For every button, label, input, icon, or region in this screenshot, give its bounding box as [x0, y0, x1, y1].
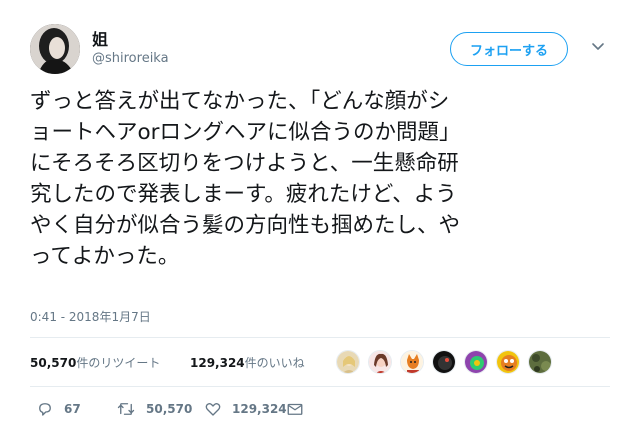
tweet-text: ずっと答えが出てなかった、「どんな顔がシ ョートヘアorロングヘアに似合うのか問…	[30, 86, 620, 272]
avatar[interactable]	[30, 24, 80, 74]
user-handle[interactable]: @shiroreika	[92, 51, 169, 66]
tweet-line: 究したので発表しまーす。疲れたけど、よう	[30, 182, 457, 207]
likes-count: 129,324	[190, 356, 245, 370]
liker-avatar[interactable]	[400, 350, 424, 374]
retweets-stat[interactable]: 50,570件のリツイート	[30, 354, 160, 371]
liker-avatar[interactable]	[528, 350, 552, 374]
retweets-count: 50,570	[30, 356, 77, 370]
tweet-actions: 67 50,570 129,324	[36, 398, 336, 422]
divider	[30, 386, 610, 387]
like-button[interactable]: 129,324	[204, 398, 287, 420]
likes-label: 件のいいね	[244, 356, 305, 370]
tweet-line: やく自分が似合う髪の方向性も掴めたし、や	[30, 213, 461, 238]
like-count: 129,324	[232, 402, 287, 416]
retweet-count: 50,570	[146, 402, 193, 416]
likes-stat[interactable]: 129,324件のいいね	[190, 354, 305, 371]
liker-avatar[interactable]	[336, 350, 360, 374]
tweet-header: 姐 @shiroreika フォローする	[30, 24, 620, 76]
tweet-line: ずっと答えが出てなかった、「どんな顔がシ	[30, 89, 450, 114]
chevron-down-icon[interactable]	[590, 38, 606, 54]
retweet-icon	[117, 403, 135, 415]
liker-avatar[interactable]	[464, 350, 488, 374]
tweet-line: ョートヘアorロングヘアに似合うのか問題」	[30, 120, 461, 145]
retweets-label: 件のリツイート	[76, 356, 161, 370]
liker-avatar[interactable]	[496, 350, 520, 374]
tweet-line: ってよかった。	[30, 244, 180, 269]
liker-avatar[interactable]	[368, 350, 392, 374]
reply-button[interactable]: 67	[36, 398, 81, 420]
tweet-line: にそろそろ区切りをつけようと、一生懸命研	[30, 151, 459, 176]
reply-count: 67	[64, 402, 81, 416]
heart-icon	[205, 402, 221, 416]
reply-icon	[39, 403, 51, 416]
retweet-button[interactable]: 50,570	[116, 398, 192, 420]
divider	[30, 337, 610, 338]
direct-message-button[interactable]	[286, 398, 304, 420]
liker-avatars	[336, 350, 556, 376]
envelope-icon	[287, 403, 303, 415]
tweet-timestamp[interactable]: 0:41 - 2018年1月7日	[30, 308, 151, 325]
follow-button[interactable]: フォローする	[450, 32, 568, 66]
user-name[interactable]: 姐	[92, 26, 108, 50]
liker-avatar[interactable]	[432, 350, 456, 374]
